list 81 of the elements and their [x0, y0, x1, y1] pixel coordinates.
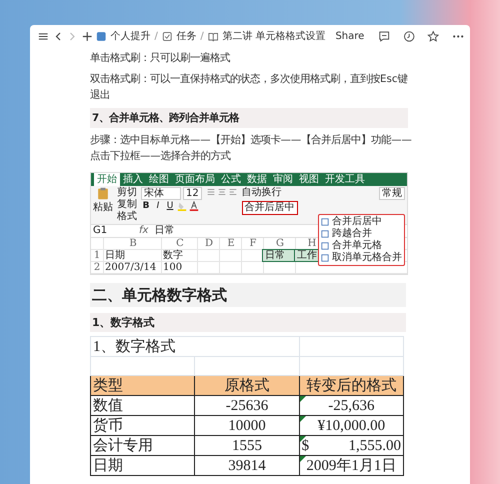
- paragraph: 双击格式刷：可以一直保持格式的状态，多次使用格式刷，直到按Esc键退出: [90, 72, 409, 103]
- paragraph: 步骤：选中目标单元格——【开始】选项卡——【合并后居中】功能——点击下拉框——选择合并的方式: [90, 133, 412, 164]
- cell-reference-field[interactable]: G1: [91, 225, 133, 237]
- table-cell: 39814: [194, 456, 300, 476]
- ribbon-tab[interactable]: 视图: [296, 173, 322, 186]
- clock-icon[interactable]: [402, 30, 416, 42]
- column-header: 类型: [90, 376, 195, 396]
- clipboard-icon: [97, 187, 109, 200]
- star-icon[interactable]: [427, 30, 440, 42]
- table-cell: $: [302, 436, 310, 454]
- breadcrumb-link[interactable]: 第二讲 单元格格式设置: [222, 29, 326, 43]
- grid-cell[interactable]: 日常: [263, 250, 295, 261]
- column-header[interactable]: E: [219, 238, 241, 249]
- wrap-text-button[interactable]: 自动换行: [242, 187, 298, 199]
- comment-icon[interactable]: [378, 30, 391, 42]
- underline-button[interactable]: U: [165, 201, 175, 211]
- table-cell-text: -25,636: [327, 396, 376, 414]
- section-heading: 二、单元格数字格式: [90, 283, 406, 307]
- row-header[interactable]: 1: [91, 250, 103, 261]
- number-format-dropdown[interactable]: 常规: [379, 187, 405, 200]
- grid-cell[interactable]: 2007/3/14: [103, 262, 161, 273]
- paste-button[interactable]: 粘贴: [93, 187, 113, 214]
- breadcrumb-link[interactable]: 个人提升: [110, 29, 150, 43]
- column-header: 转变后的格式: [299, 376, 404, 396]
- grid-cell[interactable]: 数字: [161, 250, 197, 261]
- menu-item[interactable]: 跨越合并: [321, 228, 402, 240]
- font-dropdown[interactable]: 宋体: [141, 187, 181, 200]
- font-size-dropdown[interactable]: 12: [183, 187, 202, 200]
- app-icon: [96, 30, 106, 42]
- paragraph: 单击格式刷：只可以刷一遍格式: [90, 51, 231, 66]
- bold-button[interactable]: B: [141, 201, 151, 211]
- book-icon: [208, 30, 218, 42]
- ribbon-tab[interactable]: 公式: [218, 173, 244, 186]
- subsection-heading: 1、数字格式: [90, 313, 406, 332]
- table-cell: 1555: [194, 436, 300, 456]
- align-left-icon[interactable]: [228, 187, 238, 197]
- forward-icon[interactable]: [67, 30, 78, 42]
- ribbon-command[interactable]: 剪切: [117, 187, 137, 199]
- table-cell: -25636: [194, 396, 300, 416]
- ribbon-tab[interactable]: 数据: [244, 173, 270, 186]
- formula-field[interactable]: 日常: [154, 225, 174, 237]
- table-cell-text: 2009年1月1日: [305, 456, 398, 474]
- column-header: 原格式: [194, 376, 300, 396]
- table-cell: 日期: [90, 456, 195, 476]
- table-cell: 货币: [90, 416, 195, 436]
- function-label: fx: [139, 225, 148, 237]
- align-top-icon[interactable]: [206, 187, 216, 197]
- menu-icon[interactable]: [38, 30, 48, 42]
- ribbon-command[interactable]: 格式: [117, 211, 137, 223]
- checkbox-icon: [162, 30, 172, 42]
- breadcrumb-separator: /: [154, 30, 158, 42]
- ribbon-tab[interactable]: 插入: [120, 173, 146, 186]
- plus-icon[interactable]: [82, 30, 92, 42]
- grid-cell[interactable]: 日期: [103, 250, 161, 261]
- column-header[interactable]: C: [161, 238, 197, 249]
- table-title: 1、数字格式: [90, 336, 300, 356]
- italic-button[interactable]: I: [153, 201, 163, 211]
- table-cell: 数值: [90, 396, 195, 416]
- table-cell-text: ¥10,000.00: [316, 416, 386, 434]
- ribbon-tab[interactable]: 页面布局: [172, 173, 218, 186]
- merge-center-button[interactable]: 合并后居中: [242, 201, 298, 215]
- breadcrumb-link[interactable]: 任务: [176, 29, 196, 43]
- column-header[interactable]: B: [103, 238, 161, 249]
- ribbon-tab[interactable]: 开始: [94, 173, 120, 186]
- fill-color-icon[interactable]: [177, 201, 187, 211]
- table-cell: 会计专用: [90, 436, 195, 456]
- ribbon-tab[interactable]: 绘图: [146, 173, 172, 186]
- grid-cell[interactable]: 100: [161, 262, 197, 273]
- ribbon-command[interactable]: 复制: [117, 199, 137, 211]
- row-header[interactable]: 2: [91, 262, 103, 273]
- font-color-icon[interactable]: [189, 201, 199, 211]
- table-cell: 10000: [194, 416, 300, 436]
- table-cell: 1,555.00: [348, 436, 401, 454]
- section-heading: 7、合并单元格、跨列合并单元格: [90, 108, 408, 128]
- breadcrumb-separator: /: [200, 30, 204, 42]
- align-center-icon[interactable]: [216, 187, 227, 197]
- share-button[interactable]: Share: [333, 30, 366, 42]
- ribbon-tab[interactable]: 开发工具: [322, 173, 368, 186]
- column-header[interactable]: D: [197, 238, 219, 249]
- menu-item[interactable]: 合并后居中: [321, 216, 402, 228]
- ribbon-tab[interactable]: 审阅: [270, 173, 296, 186]
